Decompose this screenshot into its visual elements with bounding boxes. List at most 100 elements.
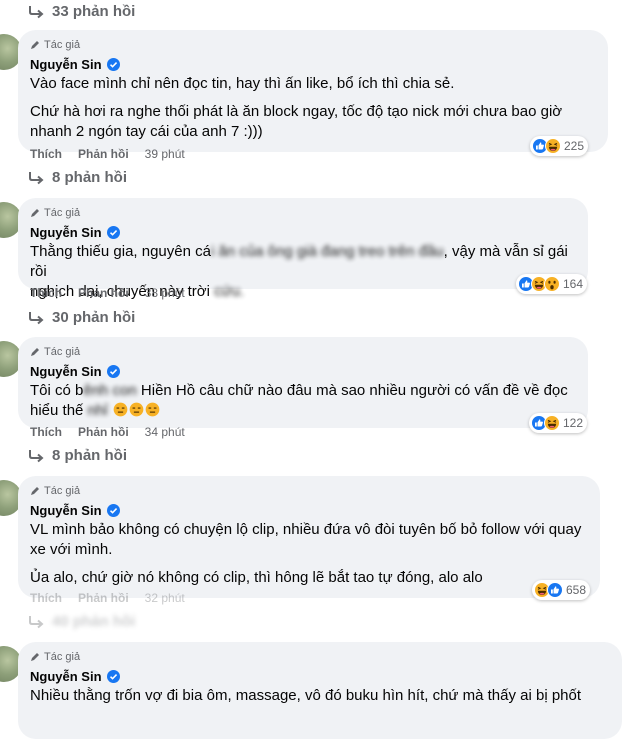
reply-arrow-icon xyxy=(28,615,44,629)
comment-paragraph: Nhiều thằng trốn vợ đi bia ôm, massage, … xyxy=(30,687,582,704)
comment-bubble: Tác giả Nguyễn Sin Tôi có bênh con Hiền … xyxy=(18,337,588,428)
author-name[interactable]: Nguyễn Sin xyxy=(30,224,576,241)
author-name-text[interactable]: Nguyễn Sin xyxy=(30,503,102,518)
reply-button[interactable]: Phản hồi xyxy=(78,425,129,439)
author-name-text[interactable]: Nguyễn Sin xyxy=(30,225,102,240)
wow-reaction-icon xyxy=(544,276,560,292)
reaction-summary[interactable]: 225 xyxy=(530,136,589,156)
comment-bubble: Tác giả Nguyễn Sin Thằng thiếu gia, nguy… xyxy=(18,198,588,300)
author-name[interactable]: Nguyễn Sin xyxy=(30,502,588,519)
author-name[interactable]: Nguyễn Sin xyxy=(30,668,610,685)
view-replies-link[interactable]: 40 phản hồi xyxy=(28,613,135,630)
view-replies-link[interactable]: 8 phản hồi xyxy=(28,169,127,186)
blurred-text: ênh con xyxy=(83,382,137,399)
comment-bubble: Tác giả Nguyễn Sin VL mình bảo không có … xyxy=(18,476,600,598)
like-button[interactable]: Thích xyxy=(30,286,62,300)
reply-arrow-icon xyxy=(28,171,44,185)
pen-icon xyxy=(30,208,40,218)
expressionless-face-icon xyxy=(145,402,160,417)
reaction-count: 122 xyxy=(563,416,584,430)
reply-button[interactable]: Phản hồi xyxy=(78,286,129,300)
comment-actions: Thích Phản hồi 38 phút xyxy=(30,286,185,300)
comment-text: Nhiều thằng trốn vợ đi bia ôm, massage, … xyxy=(30,686,610,706)
reaction-summary[interactable]: 164 xyxy=(516,274,588,294)
author-badge: Tác giả xyxy=(30,206,576,220)
comment-line: hiểu thế nhỉ xyxy=(30,401,576,421)
replies-count-label: 8 phản hồi xyxy=(52,169,127,186)
reply-button[interactable]: Phản hồi xyxy=(78,147,129,161)
comment-text-part: hiểu thế xyxy=(30,402,88,419)
blurred-text: nhỉ xyxy=(87,402,108,419)
author-name-text[interactable]: Nguyễn Sin xyxy=(30,669,102,684)
haha-reaction-icon xyxy=(545,138,561,154)
comment-text-part: Thằng thiếu gia, nguyên cá xyxy=(30,243,211,260)
reaction-summary[interactable]: 122 xyxy=(529,413,588,433)
author-badge: Tác giả xyxy=(30,38,596,52)
replies-count-label: 33 phản hồi xyxy=(52,3,136,20)
author-badge: Tác giả xyxy=(30,345,576,359)
verified-badge-icon xyxy=(107,365,120,378)
comment-actions: Thích Phản hồi 32 phút xyxy=(30,591,185,605)
comment-paragraph: Ủa alo, chứ giờ nó không có clip, thì hô… xyxy=(30,569,483,586)
reaction-count: 225 xyxy=(564,139,585,153)
verified-badge-icon xyxy=(107,504,120,517)
comment-text-part: Hiền Hồ câu chữ nào đâu mà sao nhiều ngư… xyxy=(136,382,568,399)
comment-line: Thằng thiếu gia, nguyên cái ăn của ông g… xyxy=(30,242,576,282)
reaction-count: 164 xyxy=(563,277,584,291)
author-badge-label: Tác giả xyxy=(44,651,81,663)
author-badge-label: Tác giả xyxy=(44,207,81,219)
timestamp[interactable]: 39 phút xyxy=(145,147,185,161)
comment-paragraph: VL mình bảo không có chuyện lộ clip, nhi… xyxy=(30,521,582,558)
author-name[interactable]: Nguyễn Sin xyxy=(30,363,576,380)
reply-button[interactable]: Phản hồi xyxy=(78,591,129,605)
pen-icon xyxy=(30,486,40,496)
pen-icon xyxy=(30,652,40,662)
author-badge-label: Tác giả xyxy=(44,485,81,497)
author-badge-label: Tác giả xyxy=(44,346,81,358)
comment-bubble: Tác giả Nguyễn Sin Vào face mình chỉ nên… xyxy=(18,30,608,152)
comment-line: Tôi có bênh con Hiền Hồ câu chữ nào đâu … xyxy=(30,381,576,401)
timestamp[interactable]: 32 phút xyxy=(145,591,185,605)
reply-arrow-icon xyxy=(28,449,44,463)
comment-text: Vào face mình chỉ nên đọc tin, hay thì ấ… xyxy=(30,74,596,142)
comment-actions: Thích Phản hồi 34 phút xyxy=(30,425,185,439)
view-replies-link[interactable]: 8 phản hồi xyxy=(28,447,127,464)
replies-count-label: 30 phản hồi xyxy=(52,309,136,326)
expressionless-face-icon xyxy=(113,402,128,417)
reaction-summary[interactable]: 658 xyxy=(532,580,591,600)
timestamp[interactable]: 34 phút xyxy=(145,425,185,439)
verified-badge-icon xyxy=(107,670,120,683)
comment-paragraph: Vào face mình chỉ nên đọc tin, hay thì ấ… xyxy=(30,75,455,92)
reply-arrow-icon xyxy=(28,5,44,19)
replies-count-label: 8 phản hồi xyxy=(52,447,127,464)
author-badge: Tác giả xyxy=(30,484,588,498)
view-replies-link[interactable]: 33 phản hồi xyxy=(28,3,135,20)
verified-badge-icon xyxy=(107,58,120,71)
reaction-count: 658 xyxy=(566,583,587,597)
author-badge: Tác giả xyxy=(30,650,610,664)
comment-text: Tôi có bênh con Hiền Hồ câu chữ nào đâu … xyxy=(30,381,576,421)
haha-reaction-icon xyxy=(544,415,560,431)
view-replies-link[interactable]: 30 phản hồi xyxy=(28,309,135,326)
reply-arrow-icon xyxy=(28,311,44,325)
author-name-text[interactable]: Nguyễn Sin xyxy=(30,57,102,72)
comment-bubble: Tác giả Nguyễn Sin Nhiều thằng trốn vợ đ… xyxy=(18,642,622,739)
author-name-text[interactable]: Nguyễn Sin xyxy=(30,364,102,379)
comment-text-part: Tôi có b xyxy=(30,382,84,399)
author-name[interactable]: Nguyễn Sin xyxy=(30,56,596,73)
like-reaction-icon xyxy=(547,582,563,598)
expressionless-face-icon xyxy=(129,402,144,417)
like-button[interactable]: Thích xyxy=(30,425,62,439)
author-badge-label: Tác giả xyxy=(44,39,81,51)
pen-icon xyxy=(30,40,40,50)
verified-badge-icon xyxy=(107,226,120,239)
comment-paragraph: Chứ hà hơi ra nghe thối phát là ăn block… xyxy=(30,103,563,140)
like-button[interactable]: Thích xyxy=(30,147,62,161)
like-button[interactable]: Thích xyxy=(30,591,62,605)
blurred-text: cứu. xyxy=(214,283,245,300)
blurred-text: i ăn của ông già đang treo trên đầu xyxy=(210,243,444,260)
pen-icon xyxy=(30,347,40,357)
replies-count-label: 40 phản hồi xyxy=(52,613,136,630)
comment-text: VL mình bảo không có chuyện lộ clip, nhi… xyxy=(30,520,588,588)
timestamp[interactable]: 38 phút xyxy=(145,286,185,300)
